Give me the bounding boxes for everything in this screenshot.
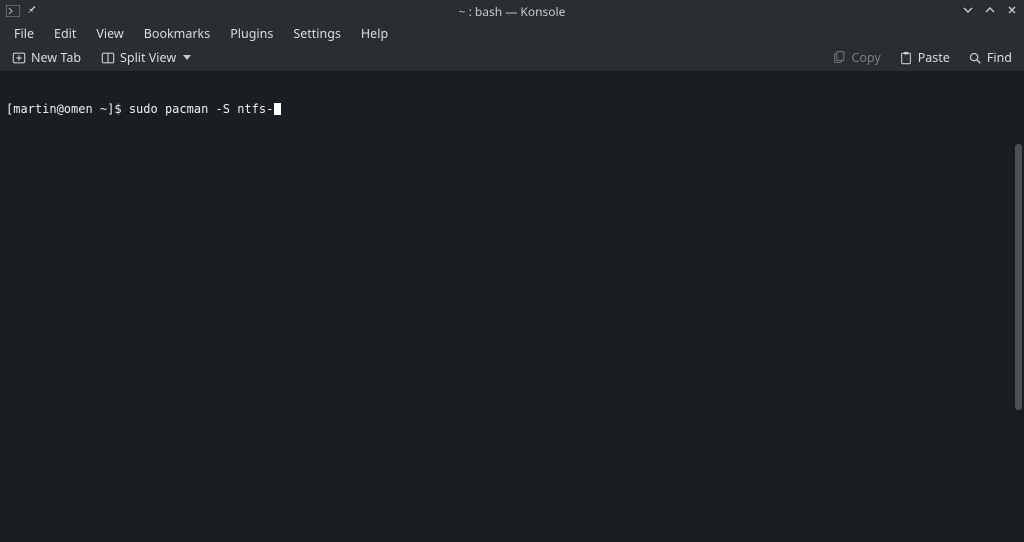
menu-plugins[interactable]: Plugins <box>220 22 283 44</box>
pin-icon[interactable] <box>26 4 37 19</box>
paste-button[interactable]: Paste <box>893 46 956 69</box>
menu-settings[interactable]: Settings <box>283 22 351 44</box>
menu-edit[interactable]: Edit <box>44 22 86 44</box>
find-label: Find <box>987 49 1012 66</box>
split-view-button[interactable]: Split View <box>95 46 197 69</box>
terminal-area[interactable]: [martin@omen ~]$ sudo pacman -S ntfs- <box>0 72 1024 542</box>
menu-help[interactable]: Help <box>351 22 398 44</box>
maximize-button[interactable] <box>984 3 996 20</box>
menubar: File Edit View Bookmarks Plugins Setting… <box>0 22 1024 44</box>
menu-bookmarks[interactable]: Bookmarks <box>134 22 220 44</box>
split-view-label: Split View <box>120 49 176 66</box>
copy-label: Copy <box>851 49 880 66</box>
menu-view[interactable]: View <box>86 22 133 44</box>
copy-button[interactable]: Copy <box>826 46 886 69</box>
prompt-text: [martin@omen ~]$ <box>6 102 129 116</box>
text-cursor <box>274 103 281 115</box>
titlebar: ~ : bash — Konsole <box>0 0 1024 22</box>
prompt-line: [martin@omen ~]$ sudo pacman -S ntfs- <box>6 102 1018 116</box>
copy-icon <box>832 51 846 65</box>
scrollbar-thumb[interactable] <box>1015 144 1022 410</box>
find-button[interactable]: Find <box>962 46 1018 69</box>
split-view-icon <box>101 51 115 65</box>
minimize-button[interactable] <box>962 3 974 20</box>
konsole-app-icon <box>6 5 20 17</box>
toolbar: New Tab Split View Copy Paste Find <box>0 44 1024 72</box>
paste-label: Paste <box>918 49 950 66</box>
window-title: ~ : bash — Konsole <box>459 3 566 20</box>
menu-file[interactable]: File <box>4 22 44 44</box>
chevron-down-icon <box>183 55 191 60</box>
new-tab-label: New Tab <box>31 49 81 66</box>
command-text: sudo pacman -S ntfs- <box>129 102 274 116</box>
new-tab-button[interactable]: New Tab <box>6 46 87 69</box>
paste-icon <box>899 51 913 65</box>
close-button[interactable] <box>1006 3 1018 20</box>
search-icon <box>968 51 982 65</box>
new-tab-icon <box>12 51 26 65</box>
